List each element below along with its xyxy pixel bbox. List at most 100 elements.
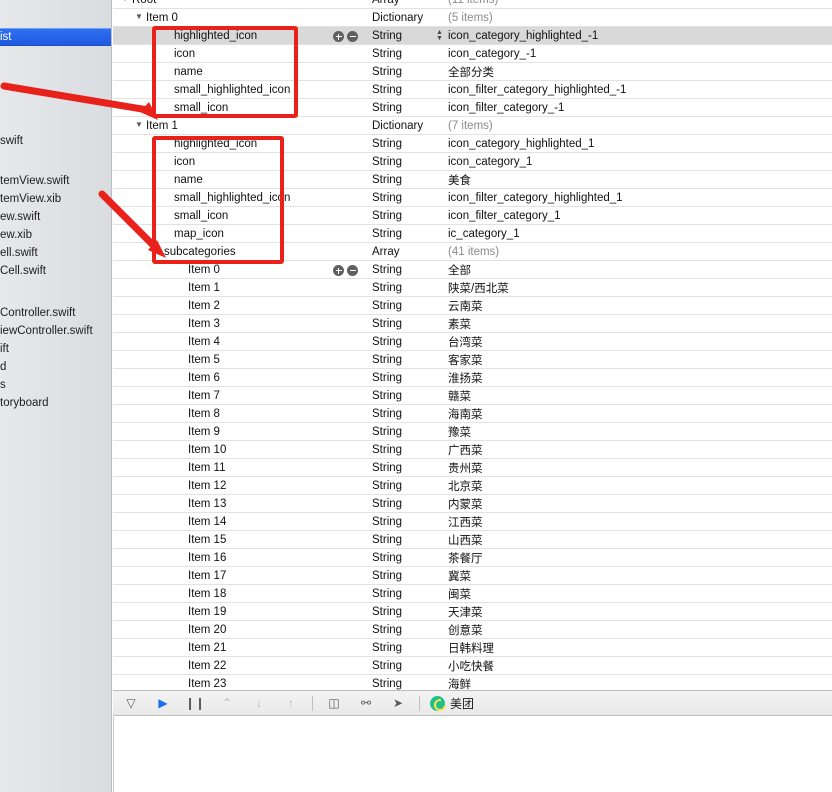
row-value-cell[interactable]: icon_category_highlighted_-1 (448, 27, 828, 45)
add-row-icon[interactable] (333, 265, 344, 276)
table-row[interactable]: ▼Item 1 String 陕菜/西北菜 (113, 279, 832, 297)
row-type-cell[interactable]: String (372, 459, 446, 477)
row-type-cell[interactable]: String (372, 549, 446, 567)
row-value-cell[interactable]: (11 items) (448, 0, 828, 9)
row-type-cell[interactable]: String (372, 153, 446, 171)
table-row[interactable]: ▼Item 12 String 北京菜 (113, 477, 832, 495)
table-row[interactable]: ▼Item 21 String 日韩料理 (113, 639, 832, 657)
debug-view-hierarchy-icon[interactable]: ◫ (323, 693, 345, 713)
row-value-cell[interactable]: icon_category_1 (448, 153, 828, 171)
table-row[interactable]: ▼Item 16 String 茶餐厅 (113, 549, 832, 567)
row-key-cell[interactable]: ▼small_highlighted_icon (163, 189, 290, 207)
row-value-cell[interactable]: 闽菜 (448, 585, 828, 603)
table-row[interactable]: ▼icon String icon_category_-1 (113, 45, 832, 63)
table-row[interactable]: ▼Item 3 String 素菜 (113, 315, 832, 333)
table-row[interactable]: ▼Item 13 String 内蒙菜 (113, 495, 832, 513)
row-type-cell[interactable]: String (372, 171, 446, 189)
row-value-cell[interactable]: 创意菜 (448, 621, 828, 639)
row-type-cell[interactable]: String (372, 495, 446, 513)
row-value-cell[interactable]: 贵州菜 (448, 459, 828, 477)
table-row[interactable]: ▼Item 14 String 江西菜 (113, 513, 832, 531)
row-type-cell[interactable]: String (372, 531, 446, 549)
row-value-cell[interactable]: 冀菜 (448, 567, 828, 585)
table-row[interactable]: ▼Item 4 String 台湾菜 (113, 333, 832, 351)
row-type-cell[interactable]: String (372, 387, 446, 405)
row-type-cell[interactable]: String (372, 207, 446, 225)
table-row[interactable]: ▼Item 17 String 冀菜 (113, 567, 832, 585)
table-row[interactable]: ▼Item 10 String 广西菜 (113, 441, 832, 459)
row-value-cell[interactable]: 内蒙菜 (448, 495, 828, 513)
row-value-cell[interactable]: 广西菜 (448, 441, 828, 459)
sidebar-item-1[interactable]: swift (0, 132, 111, 150)
row-value-cell[interactable]: 海南菜 (448, 405, 828, 423)
sidebar-item-2[interactable]: temView.swift (0, 172, 111, 190)
debug-memory-graph-icon[interactable]: ⚯ (355, 693, 377, 713)
row-key-cell[interactable]: ▼Item 3 (177, 315, 220, 333)
row-key-cell[interactable]: ▼icon (163, 45, 195, 63)
table-row[interactable]: ▼highlighted_icon String ▲▼ icon_category_h… (113, 27, 832, 45)
row-value-cell[interactable]: 客家菜 (448, 351, 828, 369)
row-value-cell[interactable]: icon_filter_category_highlighted_-1 (448, 81, 828, 99)
row-value-cell[interactable]: 江西菜 (448, 513, 828, 531)
step-out-icon[interactable]: ↑ (280, 693, 302, 713)
sidebar-item-9[interactable]: iewController.swift (0, 322, 111, 340)
row-type-cell[interactable]: String (372, 279, 446, 297)
table-row[interactable]: ▼ subcategories Array (41 items) (113, 243, 832, 261)
row-type-cell[interactable]: String (372, 405, 446, 423)
sidebar-item-3[interactable]: temView.xib (0, 190, 111, 208)
remove-row-icon[interactable] (347, 265, 358, 276)
row-type-cell[interactable]: Array (372, 243, 446, 261)
row-value-cell[interactable]: (7 items) (448, 117, 828, 135)
row-value-cell[interactable]: ic_category_1 (448, 225, 828, 243)
row-key-cell[interactable]: ▼Item 2 (177, 297, 220, 315)
sidebar-item-8[interactable]: Controller.swift (0, 304, 111, 322)
row-type-cell[interactable]: String (372, 639, 446, 657)
row-key-cell[interactable]: ▼Item 13 (177, 495, 226, 513)
sidebar-item-0[interactable]: ist (0, 28, 111, 46)
row-value-cell[interactable]: 天津菜 (448, 603, 828, 621)
row-value-cell[interactable]: 美食 (448, 171, 828, 189)
sidebar-item-4[interactable]: ew.swift (0, 208, 111, 226)
table-row[interactable]: ▼Item 19 String 天津菜 (113, 603, 832, 621)
chevron-down-icon[interactable]: ▼ (135, 116, 144, 134)
row-value-cell[interactable]: 豫菜 (448, 423, 828, 441)
row-type-cell[interactable]: String (372, 261, 446, 279)
sidebar-item-10[interactable]: ift (0, 340, 111, 358)
row-key-cell[interactable]: ▼highlighted_icon (163, 135, 257, 153)
sidebar-item-5[interactable]: ew.xib (0, 226, 111, 244)
row-type-cell[interactable]: String (372, 513, 446, 531)
row-key-cell[interactable]: ▼Item 8 (177, 405, 220, 423)
table-row[interactable]: ▼name String 全部分类 (113, 63, 832, 81)
row-key-cell[interactable]: ▼Item 0 (135, 9, 178, 27)
row-value-cell[interactable]: 北京菜 (448, 477, 828, 495)
row-type-cell[interactable]: String (372, 477, 446, 495)
sidebar-item-7[interactable]: Cell.swift (0, 262, 111, 280)
row-key-cell[interactable]: ▼Item 15 (177, 531, 226, 549)
chevron-down-icon[interactable]: ▼ (135, 8, 144, 26)
row-type-cell[interactable]: String (372, 603, 446, 621)
row-type-cell[interactable]: Dictionary (372, 9, 446, 27)
row-value-cell[interactable]: icon_filter_category_highlighted_1 (448, 189, 828, 207)
table-row[interactable]: ▼Item 22 String 小吃快餐 (113, 657, 832, 675)
sidebar-item-13[interactable]: toryboard (0, 394, 111, 412)
row-add-remove-controls[interactable] (333, 265, 358, 276)
row-key-cell[interactable]: ▼Item 4 (177, 333, 220, 351)
value-stepper-icon[interactable]: ▲ ▼ (435, 29, 444, 42)
row-value-cell[interactable]: 台湾菜 (448, 333, 828, 351)
table-row[interactable]: ▼map_icon String ic_category_1 (113, 225, 832, 243)
row-key-cell[interactable]: ▼Item 18 (177, 585, 226, 603)
row-key-cell[interactable]: ▼Item 7 (177, 387, 220, 405)
row-value-cell[interactable]: icon_filter_category_1 (448, 207, 828, 225)
row-key-cell[interactable]: ▼Item 16 (177, 549, 226, 567)
row-value-cell[interactable]: 陕菜/西北菜 (448, 279, 828, 297)
row-type-cell[interactable]: String (372, 369, 446, 387)
row-key-cell[interactable]: ▼Item 11 (177, 459, 226, 477)
row-key-cell[interactable]: ▼highlighted_icon (163, 27, 257, 45)
row-key-cell[interactable]: ▼Item 12 (177, 477, 226, 495)
row-key-cell[interactable]: ▼Item 19 (177, 603, 226, 621)
row-type-cell[interactable]: String (372, 135, 446, 153)
table-row[interactable]: ▼icon String icon_category_1 (113, 153, 832, 171)
table-row[interactable]: ▼Item 20 String 创意菜 (113, 621, 832, 639)
row-type-cell[interactable]: String (372, 351, 446, 369)
table-row[interactable]: ▼small_icon String icon_filter_category_1 (113, 207, 832, 225)
